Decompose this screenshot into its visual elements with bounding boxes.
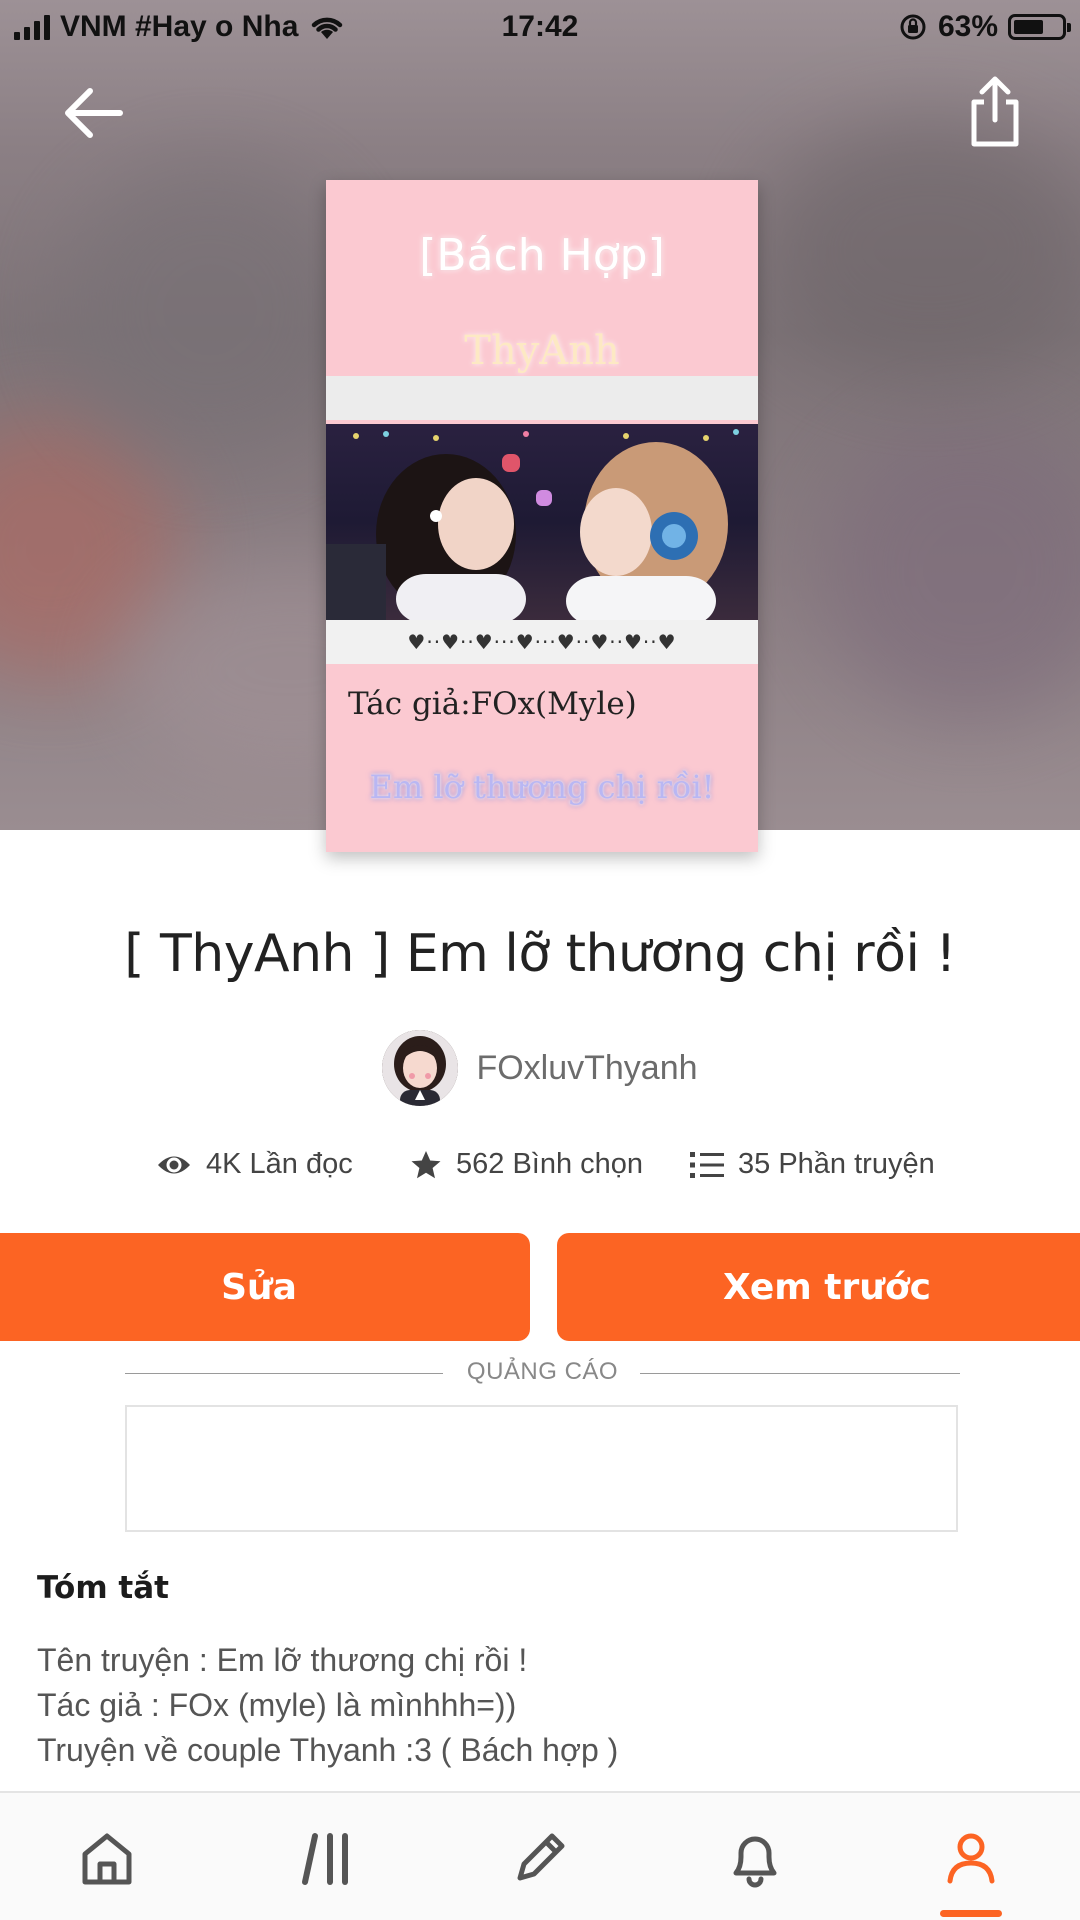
battery-percent: 63% bbox=[937, 10, 998, 43]
eye-icon bbox=[158, 1156, 190, 1173]
cover-tagline: Em lỡ thương chị rồi! bbox=[369, 768, 715, 806]
preview-button[interactable]: Xem trước bbox=[557, 1233, 1080, 1341]
status-bar: VNM #Hay o Nha 17:42 63% bbox=[0, 0, 1080, 56]
share-icon bbox=[971, 76, 1019, 147]
parts-count: 35 Phần truyện bbox=[738, 1148, 935, 1180]
cover-author: Tác giả:FOx(Myle) bbox=[348, 686, 637, 722]
edit-button[interactable]: Sửa bbox=[0, 1233, 530, 1341]
votes-stat: 562 Bình chọn bbox=[410, 1148, 643, 1181]
avatar[interactable] bbox=[382, 1030, 459, 1106]
cover-name: ThyAnh bbox=[464, 328, 620, 374]
cover-photo bbox=[326, 424, 758, 620]
summary-line: Tác giả : FOx (myle) là mìnhhh=)) bbox=[37, 1687, 517, 1723]
arrow-left-icon bbox=[65, 88, 123, 138]
parts-stat: 35 Phần truyện bbox=[690, 1148, 935, 1181]
status-right: 63% bbox=[898, 10, 1071, 44]
ad-divider: QUẢNG CÁO bbox=[125, 1358, 960, 1388]
battery-icon bbox=[1008, 14, 1071, 40]
star-icon bbox=[411, 1150, 441, 1178]
list-icon bbox=[690, 1151, 724, 1178]
active-tab-indicator bbox=[940, 1910, 1002, 1917]
author-row[interactable]: FOxluvThyanh bbox=[0, 1030, 1080, 1106]
summary-line: Tên truyện : Em lỡ thương chị rồi ! bbox=[37, 1642, 528, 1678]
bottom-nav bbox=[0, 1791, 1080, 1920]
library-icon bbox=[302, 1833, 348, 1885]
summary-heading: Tóm tắt bbox=[37, 1570, 169, 1606]
nav-library[interactable] bbox=[292, 1823, 362, 1893]
profile-icon bbox=[947, 1833, 995, 1884]
ad-label: QUẢNG CÁO bbox=[466, 1358, 619, 1385]
reads-stat: 4K Lần đọc bbox=[156, 1148, 353, 1181]
story-title: [ ThyAnh ] Em lỡ thương chị rồi ! bbox=[124, 924, 956, 984]
cover-genre: [Bách Hợp] bbox=[419, 230, 665, 281]
cover-band bbox=[326, 376, 758, 420]
home-icon bbox=[82, 1833, 132, 1885]
notifications-icon bbox=[733, 1836, 777, 1888]
write-icon bbox=[517, 1833, 565, 1881]
share-button[interactable] bbox=[962, 74, 1028, 150]
nav-notifications[interactable] bbox=[720, 1823, 790, 1893]
nav-write[interactable] bbox=[505, 1823, 575, 1893]
rotation-lock-icon bbox=[900, 14, 926, 40]
summary-text: Tên truyện : Em lỡ thương chị rồi ! Tác … bbox=[37, 1638, 618, 1773]
ad-slot[interactable] bbox=[125, 1405, 958, 1532]
summary-line: Truyện về couple Thyanh :3 ( Bách hợp ) bbox=[37, 1732, 619, 1768]
reads-count: 4K Lần đọc bbox=[206, 1148, 353, 1180]
story-cover[interactable]: [Bách Hợp] ThyAnh ♥··♥··♥···♥···♥··♥··♥·… bbox=[326, 180, 758, 852]
votes-count: 562 Bình chọn bbox=[456, 1148, 644, 1180]
cover-hearts: ♥··♥··♥···♥···♥··♥··♥··♥ bbox=[326, 620, 758, 664]
back-button[interactable] bbox=[58, 78, 128, 148]
author-name[interactable]: FOxluvThyanh bbox=[476, 1049, 697, 1088]
battery-level bbox=[1014, 20, 1043, 34]
nav-home[interactable] bbox=[72, 1823, 142, 1893]
nav-profile[interactable] bbox=[936, 1823, 1006, 1893]
